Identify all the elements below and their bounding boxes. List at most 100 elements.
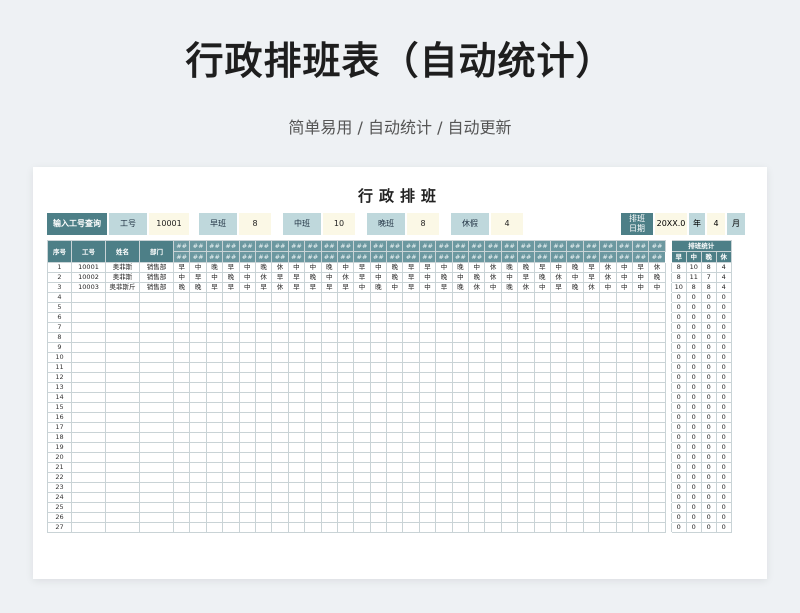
empty-cell[interactable] xyxy=(105,502,140,513)
shift-cell[interactable] xyxy=(631,422,650,433)
shift-cell[interactable] xyxy=(549,292,568,303)
shift-cell[interactable] xyxy=(320,482,338,493)
shift-cell[interactable] xyxy=(205,432,224,443)
shift-cell[interactable] xyxy=(549,372,568,383)
name-cell[interactable]: 奥菲斯斤 xyxy=(105,282,140,293)
shift-cell[interactable] xyxy=(287,442,306,453)
shift-cell[interactable] xyxy=(468,312,486,323)
shift-cell[interactable] xyxy=(566,432,584,443)
shift-cell[interactable] xyxy=(599,482,617,493)
id-cell[interactable]: 10001 xyxy=(71,262,106,273)
shift-cell[interactable] xyxy=(615,512,633,523)
shift-cell[interactable] xyxy=(484,462,502,473)
shift-cell[interactable] xyxy=(500,452,519,463)
shift-cell[interactable] xyxy=(435,422,453,433)
shift-cell[interactable] xyxy=(336,322,355,333)
shift-cell[interactable] xyxy=(517,352,535,363)
shift-cell[interactable] xyxy=(189,322,207,333)
shift-cell[interactable] xyxy=(205,422,224,433)
shift-cell[interactable] xyxy=(533,392,551,403)
shift-cell[interactable] xyxy=(254,492,273,503)
shift-cell[interactable] xyxy=(320,332,338,343)
shift-cell[interactable] xyxy=(287,322,306,333)
shift-cell[interactable] xyxy=(369,442,388,453)
shift-cell[interactable] xyxy=(172,442,191,453)
shift-cell[interactable] xyxy=(205,312,224,323)
shift-cell[interactable] xyxy=(336,512,355,523)
shift-cell[interactable] xyxy=(369,362,388,373)
shift-cell[interactable] xyxy=(254,312,273,323)
empty-cell[interactable] xyxy=(139,322,174,333)
shift-cell[interactable] xyxy=(287,402,306,413)
empty-cell[interactable] xyxy=(71,512,106,523)
shift-cell[interactable] xyxy=(336,432,355,443)
shift-cell[interactable] xyxy=(254,432,273,443)
shift-cell[interactable] xyxy=(566,482,584,493)
shift-cell[interactable] xyxy=(648,422,666,433)
shift-cell[interactable] xyxy=(631,362,650,373)
shift-cell[interactable] xyxy=(386,452,404,463)
shift-cell[interactable] xyxy=(386,402,404,413)
shift-cell[interactable] xyxy=(369,342,388,353)
empty-cell[interactable] xyxy=(71,452,106,463)
shift-cell[interactable] xyxy=(222,412,240,423)
shift-cell[interactable] xyxy=(500,312,519,323)
shift-cell[interactable] xyxy=(451,322,470,333)
id-cell[interactable]: 10002 xyxy=(71,272,106,283)
shift-cell[interactable] xyxy=(418,402,437,413)
shift-cell[interactable]: 晚 xyxy=(172,282,191,293)
shift-cell[interactable] xyxy=(254,472,273,483)
shift-cell[interactable] xyxy=(631,472,650,483)
shift-cell[interactable] xyxy=(582,522,601,533)
shift-cell[interactable] xyxy=(533,352,551,363)
empty-cell[interactable] xyxy=(139,442,174,453)
shift-cell[interactable] xyxy=(500,392,519,403)
shift-cell[interactable]: 休 xyxy=(336,272,355,283)
shift-cell[interactable] xyxy=(386,442,404,453)
shift-cell[interactable] xyxy=(353,372,371,383)
shift-cell[interactable] xyxy=(566,352,584,363)
shift-cell[interactable] xyxy=(271,502,289,513)
shift-cell[interactable] xyxy=(484,392,502,403)
empty-cell[interactable] xyxy=(139,422,174,433)
shift-cell[interactable] xyxy=(648,392,666,403)
shift-cell[interactable] xyxy=(468,402,486,413)
shift-cell[interactable] xyxy=(549,492,568,503)
shift-cell[interactable] xyxy=(648,492,666,503)
shift-cell[interactable] xyxy=(172,352,191,363)
shift-cell[interactable] xyxy=(304,412,322,423)
shift-cell[interactable] xyxy=(386,362,404,373)
shift-cell[interactable] xyxy=(271,482,289,493)
shift-cell[interactable] xyxy=(615,392,633,403)
shift-cell[interactable] xyxy=(582,332,601,343)
shift-cell[interactable]: 休 xyxy=(484,272,502,283)
shift-cell[interactable] xyxy=(304,452,322,463)
empty-cell[interactable] xyxy=(105,382,140,393)
shift-cell[interactable] xyxy=(353,332,371,343)
shift-cell[interactable] xyxy=(615,322,633,333)
shift-cell[interactable] xyxy=(320,322,338,333)
shift-cell[interactable] xyxy=(336,452,355,463)
shift-cell[interactable]: 休 xyxy=(484,262,502,273)
shift-cell[interactable] xyxy=(320,462,338,473)
shift-cell[interactable] xyxy=(517,392,535,403)
shift-cell[interactable] xyxy=(320,492,338,503)
shift-cell[interactable] xyxy=(254,392,273,403)
shift-cell[interactable] xyxy=(304,362,322,373)
shift-cell[interactable] xyxy=(517,312,535,323)
shift-cell[interactable] xyxy=(648,502,666,513)
shift-cell[interactable] xyxy=(304,322,322,333)
shift-cell[interactable] xyxy=(205,442,224,453)
shift-cell[interactable] xyxy=(418,292,437,303)
shift-cell[interactable] xyxy=(336,382,355,393)
shift-cell[interactable]: 中 xyxy=(205,272,224,283)
shift-cell[interactable] xyxy=(172,492,191,503)
shift-cell[interactable] xyxy=(566,492,584,503)
shift-cell[interactable] xyxy=(189,342,207,353)
empty-cell[interactable] xyxy=(139,452,174,463)
shift-cell[interactable] xyxy=(582,512,601,523)
shift-cell[interactable] xyxy=(271,512,289,523)
shift-cell[interactable] xyxy=(517,502,535,513)
shift-cell[interactable]: 早 xyxy=(402,272,420,283)
shift-cell[interactable] xyxy=(205,332,224,343)
